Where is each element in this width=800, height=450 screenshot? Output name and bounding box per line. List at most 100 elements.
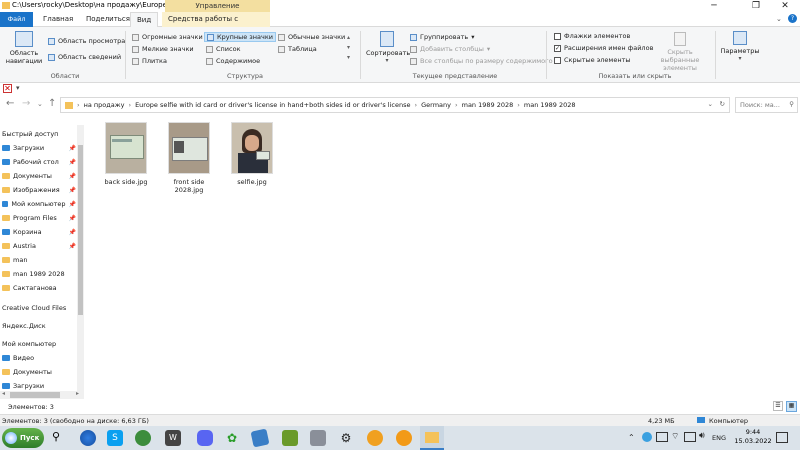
sidebar-item-program-files[interactable]: Program Files 📌 <box>2 211 76 225</box>
close-button[interactable]: ✕ <box>771 0 799 12</box>
search-icon[interactable]: ⚲ <box>52 430 68 446</box>
display-icon[interactable] <box>684 432 696 442</box>
file-item[interactable]: back side.jpg <box>98 122 154 186</box>
file-item[interactable]: selfie.jpg <box>224 122 280 186</box>
layout-medium[interactable]: Обычные значки <box>278 33 345 41</box>
customize-qat-icon[interactable]: ▾ <box>16 84 20 92</box>
start-button[interactable]: Пуск <box>2 428 44 448</box>
breadcrumb-item[interactable]: Germany <box>421 101 451 109</box>
sidebar-item-downloads[interactable]: Загрузки 📌 <box>2 141 76 155</box>
app-icon[interactable] <box>310 430 326 446</box>
breadcrumb-item[interactable]: man 1989 2028 <box>462 101 514 109</box>
network-icon[interactable]: ⌔ <box>671 431 679 442</box>
settings-gear-icon[interactable]: ⚙ <box>338 430 354 446</box>
sidebar-item-recycle-bin[interactable]: Корзина 📌 <box>2 225 76 239</box>
tray-chevron-icon[interactable]: ⌃ <box>628 433 635 442</box>
app-icon[interactable] <box>396 430 412 446</box>
battery-icon[interactable] <box>656 432 668 442</box>
details-view-icon[interactable]: ☰ <box>773 401 783 411</box>
sidebar-creative-cloud[interactable]: Creative Cloud Files <box>2 301 76 315</box>
preview-pane-button[interactable]: Область просмотра <box>48 37 125 45</box>
window-title: C:\Users\rocky\Desktop\на продажу\Europe… <box>12 1 174 9</box>
nav-pane-button[interactable]: Область навигации <box>4 31 44 65</box>
back-arrow-icon[interactable]: ← <box>6 98 14 109</box>
ribbon-collapse-icon[interactable]: ⌄ <box>776 15 782 23</box>
app-w-icon[interactable]: W <box>165 430 181 446</box>
content-icon <box>206 57 213 65</box>
add-columns-button[interactable]: Добавить столбцы ▾ <box>410 45 490 53</box>
hidden-items-toggle[interactable]: Скрытые элементы <box>554 56 631 64</box>
sidebar-this-pc[interactable]: Мой компьютер <box>2 337 76 351</box>
sidebar-item-man[interactable]: man <box>2 253 76 267</box>
sidebar-item-saktaganova[interactable]: Сактаганова <box>2 281 76 295</box>
delete-icon[interactable]: ✕ <box>3 84 12 93</box>
skype-icon[interactable]: S <box>107 430 123 446</box>
layout-content[interactable]: Содержимое <box>206 57 260 65</box>
layout-small[interactable]: Мелкие значки <box>132 45 194 53</box>
app-icon[interactable] <box>367 430 383 446</box>
tab-home[interactable]: Главная <box>37 12 79 27</box>
notifications-icon[interactable] <box>776 432 788 443</box>
layout-extra-large[interactable]: Огромные значки <box>132 33 203 41</box>
layout-large[interactable]: Крупные значки <box>204 32 276 42</box>
sidebar-item-my-computer[interactable]: Мой компьютер 📌 <box>2 197 76 211</box>
group-by-button[interactable]: Группировать ▾ <box>410 33 474 41</box>
breadcrumb-item[interactable]: на продажу <box>84 101 125 109</box>
maximize-button[interactable]: ❐ <box>742 0 770 12</box>
scroll-right-icon[interactable]: ▸ <box>76 390 79 397</box>
address-dropdown-icon[interactable]: ⌄ <box>708 100 713 108</box>
app-icon[interactable] <box>250 428 270 448</box>
scrollbar-thumb[interactable] <box>10 392 60 398</box>
sidebar-item-documents[interactable]: Документы 📌 <box>2 169 76 183</box>
sidebar-scrollbar[interactable] <box>77 125 84 393</box>
tab-share[interactable]: Поделиться <box>80 12 136 27</box>
layout-scroll-arrows[interactable]: ▴ ▾ ▾ <box>347 33 350 63</box>
explorer-taskbar-button[interactable] <box>420 426 444 450</box>
sidebar-yandex-disk[interactable]: Яндекс.Диск <box>2 319 76 333</box>
forward-arrow-icon[interactable]: → <box>22 98 30 109</box>
sidebar-hscrollbar[interactable]: ◂ ▸ <box>0 390 84 399</box>
scrollbar-thumb[interactable] <box>78 145 83 315</box>
sidebar-item-videos[interactable]: Видео <box>2 351 76 365</box>
recent-locations-icon[interactable]: ⌄ <box>37 100 43 108</box>
sidebar-item-desktop[interactable]: Рабочий стол 📌 <box>2 155 76 169</box>
help-icon[interactable]: ? <box>788 14 797 23</box>
clock[interactable]: 9:44 15.03.2022 <box>734 428 772 446</box>
options-button[interactable]: Параметры ▾ <box>720 31 760 62</box>
icq-icon[interactable]: ✿ <box>224 430 240 446</box>
size-columns-button[interactable]: Все столбцы по размеру содержимого <box>410 57 553 65</box>
breadcrumb-item[interactable]: Europe selfie with id card or driver's l… <box>135 101 410 109</box>
item-checkboxes-toggle[interactable]: Флажки элементов <box>554 32 630 40</box>
discord-icon[interactable] <box>197 430 213 446</box>
sidebar-item-austria[interactable]: Austria 📌 <box>2 239 76 253</box>
layout-list[interactable]: Список <box>206 45 241 53</box>
tab-view[interactable]: Вид <box>130 12 159 27</box>
sidebar-item-documents-pc[interactable]: Документы <box>2 365 76 379</box>
search-input[interactable]: Поиск: ма... ⚲ <box>735 97 798 113</box>
tray-app-icon[interactable] <box>642 432 652 442</box>
language-indicator[interactable]: ENG <box>712 434 726 442</box>
hide-selected-button[interactable]: Скрыть выбранные элементы <box>652 32 708 72</box>
sort-button[interactable]: Сортировать ▾ <box>366 31 410 64</box>
file-extensions-toggle[interactable]: ✓ Расширения имен файлов <box>554 44 653 52</box>
address-bar[interactable]: › на продажу › Europe selfie with id car… <box>60 97 730 113</box>
sidebar-item-pictures[interactable]: Изображения 📌 <box>2 183 76 197</box>
layout-tiles[interactable]: Плитка <box>132 57 167 65</box>
tab-picture-tools[interactable]: Средства работы с рисунками <box>162 12 270 38</box>
layout-details[interactable]: Таблица <box>278 45 317 53</box>
app-icon[interactable] <box>282 430 298 446</box>
large-icons-view-icon[interactable]: ▦ <box>786 401 797 412</box>
scroll-left-icon[interactable]: ◂ <box>2 390 5 397</box>
sidebar-quick-access[interactable]: Быстрый доступ <box>2 127 76 141</box>
file-item[interactable]: front side 2028.jpg <box>161 122 217 194</box>
up-arrow-icon[interactable]: ↑ <box>48 98 56 109</box>
sidebar-item-man-1989-2028[interactable]: man 1989 2028 <box>2 267 76 281</box>
breadcrumb-item[interactable]: man 1989 2028 <box>524 101 576 109</box>
details-pane-button[interactable]: Область сведений <box>48 53 121 61</box>
minimize-button[interactable]: ─ <box>700 0 728 12</box>
browser-icon[interactable] <box>80 430 96 446</box>
refresh-icon[interactable]: ↻ <box>720 100 725 108</box>
torrent-icon[interactable] <box>135 430 151 446</box>
volume-icon[interactable]: 🔊︎ <box>699 431 705 441</box>
tab-file[interactable]: Файл <box>0 12 33 27</box>
